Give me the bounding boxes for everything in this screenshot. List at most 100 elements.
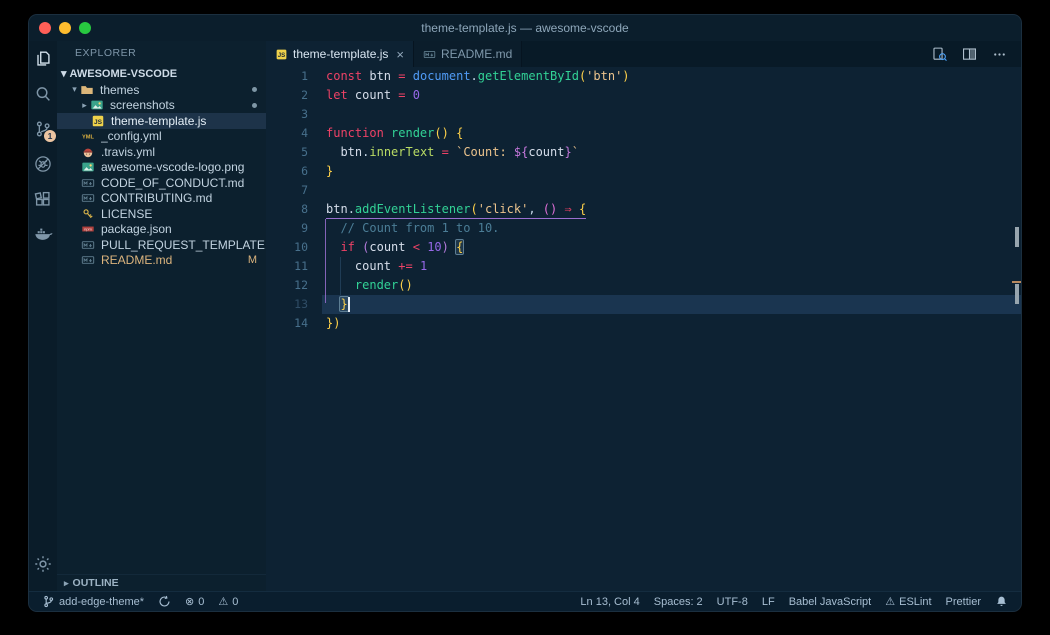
activity-source-control-icon[interactable]: 1 (29, 111, 57, 146)
minimize-window-button[interactable] (59, 22, 71, 34)
line-number: 2 (301, 88, 308, 102)
code-tokens: if (count < 10) { (340, 239, 465, 255)
activity-debug-disabled-icon[interactable] (29, 146, 57, 181)
file-label: .travis.yml (101, 144, 155, 159)
status-label: Spaces: 2 (653, 595, 703, 608)
status-label: Prettier (945, 595, 981, 608)
activity-explorer-icon[interactable] (29, 41, 57, 76)
activity-extensions-icon[interactable] (29, 181, 57, 216)
more-actions-icon[interactable] (991, 46, 1008, 63)
line-number: 14 (294, 316, 308, 330)
line-number: 8 (301, 202, 308, 216)
status-warnings[interactable]: ⚠ 0 (211, 595, 245, 609)
status-sync-changes[interactable] (151, 595, 178, 608)
file-label: package.json (101, 222, 172, 237)
file-row-readme-md[interactable]: README.md M (57, 253, 266, 269)
code-tokens: render() (354, 278, 413, 292)
line-number: 10 (294, 240, 308, 254)
status-eslint[interactable]: ⚠ ESLint (878, 595, 938, 609)
activity-search-icon[interactable] (29, 76, 57, 111)
close-window-button[interactable] (39, 22, 51, 34)
image-file-icon (90, 98, 105, 112)
status-label: UTF-8 (716, 595, 748, 608)
tab-label: theme-template.js (293, 47, 389, 61)
explorer-sidebar: EXPLORER ▾ AWESOME-VSCODE ▾ themes ▸ screen… (57, 41, 266, 591)
file-label: theme-template.js (111, 113, 207, 128)
code-editor[interactable]: 1 const btn = document.getElementById('bt… (266, 67, 1021, 591)
text-cursor (348, 297, 350, 312)
sync-changes-icon (158, 595, 171, 608)
overview-ruler-mark[interactable] (1015, 284, 1019, 304)
md-file-icon (81, 176, 96, 190)
tab-readme[interactable]: README.md (413, 41, 523, 67)
scm-badge: 1 (44, 130, 56, 142)
code-line-8: 8 btn.addEventListener('click', () ⇒ { (266, 200, 1021, 219)
js-file-icon: JS (275, 48, 288, 61)
file-row--config-yml[interactable]: YML _config.yml (57, 129, 266, 145)
status-encoding[interactable]: UTF-8 (710, 596, 755, 608)
window-title: theme-template.js — awesome-vscode (421, 21, 629, 35)
file-row-license[interactable]: LICENSE (57, 206, 266, 222)
status-errors[interactable]: ⊗ 0 (178, 595, 211, 609)
file-label: README.md (101, 253, 173, 268)
line-number: 9 (301, 221, 308, 235)
status-label: ESLint (899, 595, 932, 608)
file-row--travis-yml[interactable]: .travis.yml (57, 144, 266, 160)
overview-ruler-cursor-mark[interactable] (1012, 281, 1021, 283)
file-label: LICENSE (101, 206, 153, 221)
status-cursor-position[interactable]: Ln 13, Col 4 (573, 596, 646, 608)
status-indentation[interactable]: Spaces: 2 (647, 596, 710, 608)
file-row-themes[interactable]: ▾ themes (57, 82, 266, 98)
activity-docker-icon[interactable] (29, 216, 57, 251)
status-git-branch[interactable]: add-edge-theme* (35, 595, 151, 608)
zoom-window-button[interactable] (79, 22, 91, 34)
eslint-icon: ⚠ (885, 596, 896, 608)
line-number: 4 (301, 126, 308, 140)
file-row-pull-request-template-md[interactable]: PULL_REQUEST_TEMPLATE.md (57, 237, 266, 253)
file-label: screenshots (110, 98, 175, 113)
status-language-mode[interactable]: Babel JavaScript (782, 596, 879, 608)
status-notifications[interactable] (988, 595, 1015, 608)
file-row-code-of-conduct-md[interactable]: CODE_OF_CONDUCT.md (57, 175, 266, 191)
activity-settings-icon[interactable] (29, 546, 57, 581)
line-number: 1 (301, 69, 308, 83)
file-row-contributing-md[interactable]: CONTRIBUTING.md (57, 191, 266, 207)
status-label: add-edge-theme* (59, 595, 145, 608)
open-preview-icon[interactable] (931, 46, 948, 63)
code-line-4: 4 function render() { (266, 124, 1021, 143)
md-file-icon (81, 191, 96, 205)
code-tokens: function render() { (326, 126, 464, 140)
close-tab-icon[interactable]: × (396, 47, 404, 62)
file-row-awesome-vscode-logo-png[interactable]: awesome-vscode-logo.png (57, 160, 266, 176)
code-line-2: 2 let count = 0 (266, 86, 1021, 105)
file-row-package-json[interactable]: npm package.json (57, 222, 266, 238)
folder-section-header[interactable]: ▾ AWESOME-VSCODE (57, 65, 266, 82)
code-line-9: 9 // Count from 1 to 10. (266, 219, 1021, 238)
status-eol[interactable]: LF (755, 596, 782, 608)
split-editor-icon[interactable] (961, 46, 978, 63)
outline-section-header[interactable]: ▸ OUTLINE (57, 574, 266, 591)
md-file-icon (423, 48, 436, 61)
svg-text:JS: JS (94, 119, 103, 126)
code-line-7: 7 (266, 181, 1021, 200)
status-bar: add-edge-theme* ⊗ 0 ⚠ 0 Ln 13, Col 4 Spaces: 2… (29, 591, 1021, 611)
status-label: 0 (198, 595, 205, 608)
git-status-dot (252, 87, 257, 93)
status-label: LF (761, 595, 775, 608)
code-tokens: }) (326, 316, 341, 330)
file-row-screenshots[interactable]: ▸ screenshots (57, 98, 266, 114)
line-number: 12 (294, 278, 308, 292)
code-lines: 1 const btn = document.getElementById('bt… (266, 67, 1021, 333)
overview-ruler-mark[interactable] (1015, 227, 1019, 247)
tab-theme-template[interactable]: JS theme-template.js × (266, 41, 414, 67)
file-label: PULL_REQUEST_TEMPLATE.md (101, 237, 266, 252)
file-row-theme-template-js[interactable]: JS theme-template.js (57, 113, 266, 129)
file-label: CONTRIBUTING.md (101, 191, 213, 206)
activity-bar: 1 (29, 41, 57, 591)
svg-text:npm: npm (84, 227, 92, 232)
code-tokens: let count = 0 (326, 88, 420, 102)
status-prettier[interactable]: Prettier (939, 596, 988, 608)
code-tokens: btn.addEventListener('click', () ⇒ { (326, 200, 587, 219)
svg-text:YML: YML (82, 135, 95, 141)
code-line-10: 10 if (count < 10) { (266, 238, 1021, 257)
